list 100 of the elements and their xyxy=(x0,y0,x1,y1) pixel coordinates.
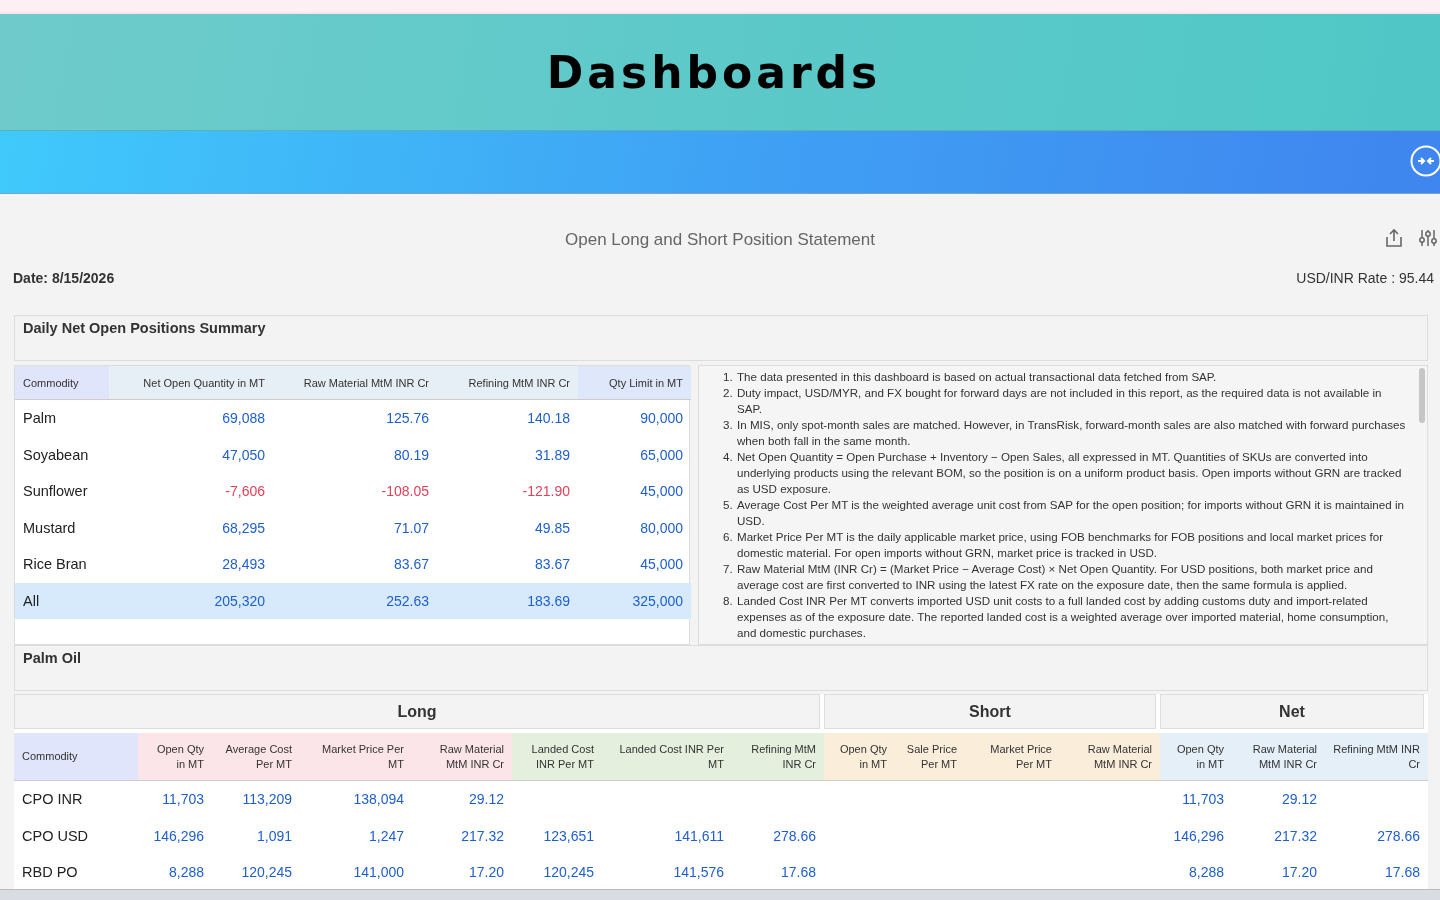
note-text: Average Cost Per MT is the weighted average unit cost from SAP for the open position; for imports without GRN it is maintained in USD. xyxy=(737,497,1405,529)
table-cell-text: 29.12 xyxy=(467,790,505,810)
table-cell-text: 17.68 xyxy=(779,863,817,883)
table-cell-text: 217.32 xyxy=(1273,826,1318,846)
table-cell-text: 45,000 xyxy=(639,555,684,575)
table-cell-text: 123,651 xyxy=(542,826,595,846)
table-cell-text: 278.66 xyxy=(772,826,817,846)
list-number: 4. xyxy=(723,449,734,465)
table-cell-text: 141,611 xyxy=(673,826,725,846)
list-number: 3. xyxy=(723,417,734,433)
table-cell-text: 17.20 xyxy=(1280,863,1318,883)
column-header: Market Price Per MT xyxy=(300,733,412,781)
share-icon[interactable] xyxy=(1384,228,1404,248)
table-cell: 252.63 xyxy=(273,582,437,619)
table-cell-text: 65,000 xyxy=(639,445,684,465)
column-header: Qty Limit in MT xyxy=(578,366,691,400)
table-cell-text: 83.67 xyxy=(392,555,430,575)
group-header: Short xyxy=(824,694,1156,729)
note-text: Net Open Quantity = Open Purchase + Inventory − Open Sales, all expressed in MT. Quantities of SKUs are converted into underlying products using the relevant BOM, so the position is on a uniform product basis. Open imports without GRN are tracked as USD exposure. xyxy=(737,449,1403,497)
table-cell-text: 146,296 xyxy=(152,826,205,846)
table-cell-text: 71.07 xyxy=(392,518,430,538)
date-label: Date: 8/15/2026 xyxy=(13,270,115,286)
column-header: Net Open Quantity in MT xyxy=(109,366,273,400)
note-text: The data presented in this dashboard is based on actual transactional data fetched from SAP. xyxy=(737,369,1218,385)
table-cell-text: 217.32 xyxy=(460,826,505,846)
table-cell-text: Mustard xyxy=(22,518,77,538)
column-header: Refining MtM INR Cr xyxy=(437,366,578,400)
table-cell-text: 8,288 xyxy=(167,863,205,883)
column-header: Refining MtM INR Cr xyxy=(732,733,824,781)
list-number: 6. xyxy=(723,529,734,545)
table-cell-text: 141,000 xyxy=(352,863,405,883)
table-cell-text: 31.89 xyxy=(533,445,571,465)
table-cell-text: 1,247 xyxy=(367,826,405,846)
note-text: Landed Cost INR Per MT converts imported USD unit costs to a full landed cost by adding customs duty and import-related expenses as of the exposure date. The reported landed cost is a weighted average over imported material, home consumption, and domestic purchases. xyxy=(737,593,1390,641)
table-cell-text: 11,703 xyxy=(1181,790,1225,810)
table-cell-text: Rice Bran xyxy=(22,555,88,575)
section-title: Daily Net Open Positions Summary xyxy=(23,320,266,336)
column-header: Commodity xyxy=(15,366,109,400)
table-cell-text: Soyabean xyxy=(22,445,90,465)
table-cell-text: CPO INR xyxy=(21,790,84,810)
table-cell-text: Palm xyxy=(22,409,58,429)
table-cell-text: Sunflower xyxy=(22,482,89,502)
column-header: Landed Cost INR Per MT xyxy=(602,733,732,781)
table-cell-text: CPO USD xyxy=(21,826,90,846)
list-number: 2. xyxy=(723,385,734,401)
note-text: Market Price Per MT is the daily applicable market price, using FOB benchmarks for FOB positions and local market prices for domestic material. For open imports without GRN, market price is tracked in USD. xyxy=(737,529,1385,561)
table-cell-text: 28,493 xyxy=(221,555,266,575)
group-header: Net xyxy=(1160,694,1424,729)
table-cell-text: -121.90 xyxy=(521,482,571,502)
table-cell: 205,320 xyxy=(109,582,273,619)
note-text: Raw Material MtM (INR Cr) = (Market Price − Average Cost) × Net Open Quantity. For USD positions, both market price and average cost are first converted to INR using the latest FX rate on the exposure date, then the same formula is applied. xyxy=(737,561,1374,593)
column-header: Refining MtM INR Cr xyxy=(1325,733,1428,781)
column-header: Average Cost Per MT xyxy=(212,733,300,781)
table-cell-text: 125.76 xyxy=(385,409,430,429)
table-cell-text: 140.18 xyxy=(526,409,571,429)
table-cell-text: 29.12 xyxy=(1280,790,1318,810)
collapse-icon[interactable] xyxy=(1410,145,1440,177)
table-cell-text: 68,295 xyxy=(221,518,266,538)
table-cell-text: 17.20 xyxy=(467,863,505,883)
list-number: 1. xyxy=(723,369,734,385)
table-cell-text: 80,000 xyxy=(639,518,684,538)
table-cell-text: 11,703 xyxy=(161,790,205,810)
column-header: Raw Material MtM INR Cr xyxy=(273,366,437,400)
column-header: Raw Material MtM INR Cr xyxy=(1232,733,1325,781)
column-header: Open Qty in MT xyxy=(1160,733,1232,781)
table-cell-text: -7,606 xyxy=(224,482,266,502)
table-cell-text: 120,245 xyxy=(240,863,293,883)
table-cell-text: 90,000 xyxy=(639,409,684,429)
column-header: Open Qty in MT xyxy=(138,733,212,781)
table-cell-text: 113,209 xyxy=(241,790,293,810)
table-cell-text: 278.66 xyxy=(1376,826,1421,846)
table-cell-text: 8,288 xyxy=(1187,863,1225,883)
column-header: Landed Cost INR Per MT xyxy=(512,733,602,781)
column-header: Commodity xyxy=(14,733,138,781)
section-title: Palm Oil xyxy=(23,650,82,666)
table-cell-text: 80.19 xyxy=(392,445,430,465)
table-cell: 183.69 xyxy=(437,582,578,619)
column-header: Raw Material MtM INR Cr xyxy=(412,733,512,781)
filter-icon[interactable] xyxy=(1418,228,1438,248)
table-cell-text: 45,000 xyxy=(639,482,684,502)
table-cell-text: 83.67 xyxy=(533,555,571,575)
table-cell-text: 146,296 xyxy=(1172,826,1225,846)
list-number: 7. xyxy=(723,561,734,577)
table-cell-text: -108.05 xyxy=(380,482,430,502)
table-cell-text: 120,245 xyxy=(542,863,595,883)
table-cell: 325,000 xyxy=(578,582,691,619)
table-cell: All xyxy=(15,582,109,619)
table-cell-text: 49.85 xyxy=(533,518,571,538)
list-number: 5. xyxy=(723,497,734,513)
group-header: Long xyxy=(14,694,820,729)
table-cell-text: 69,088 xyxy=(221,409,266,429)
column-header: Open Qty in MT xyxy=(824,733,895,781)
exchange-rate: USD/INR Rate : 95.44 xyxy=(1296,270,1434,286)
column-header: Raw Material MtM INR Cr xyxy=(1060,733,1160,781)
note-text: Duty impact, USD/MYR, and FX bought for forward days are not included in this report, as the required data is not available in SAP. xyxy=(737,385,1383,417)
table-cell-text: 138,094 xyxy=(352,790,405,810)
column-header: Market Price Per MT xyxy=(965,733,1060,781)
report-title: Open Long and Short Position Statement xyxy=(565,230,875,250)
table-cell-text: 1,091 xyxy=(255,826,293,846)
app-title: Dashboards xyxy=(546,46,882,98)
